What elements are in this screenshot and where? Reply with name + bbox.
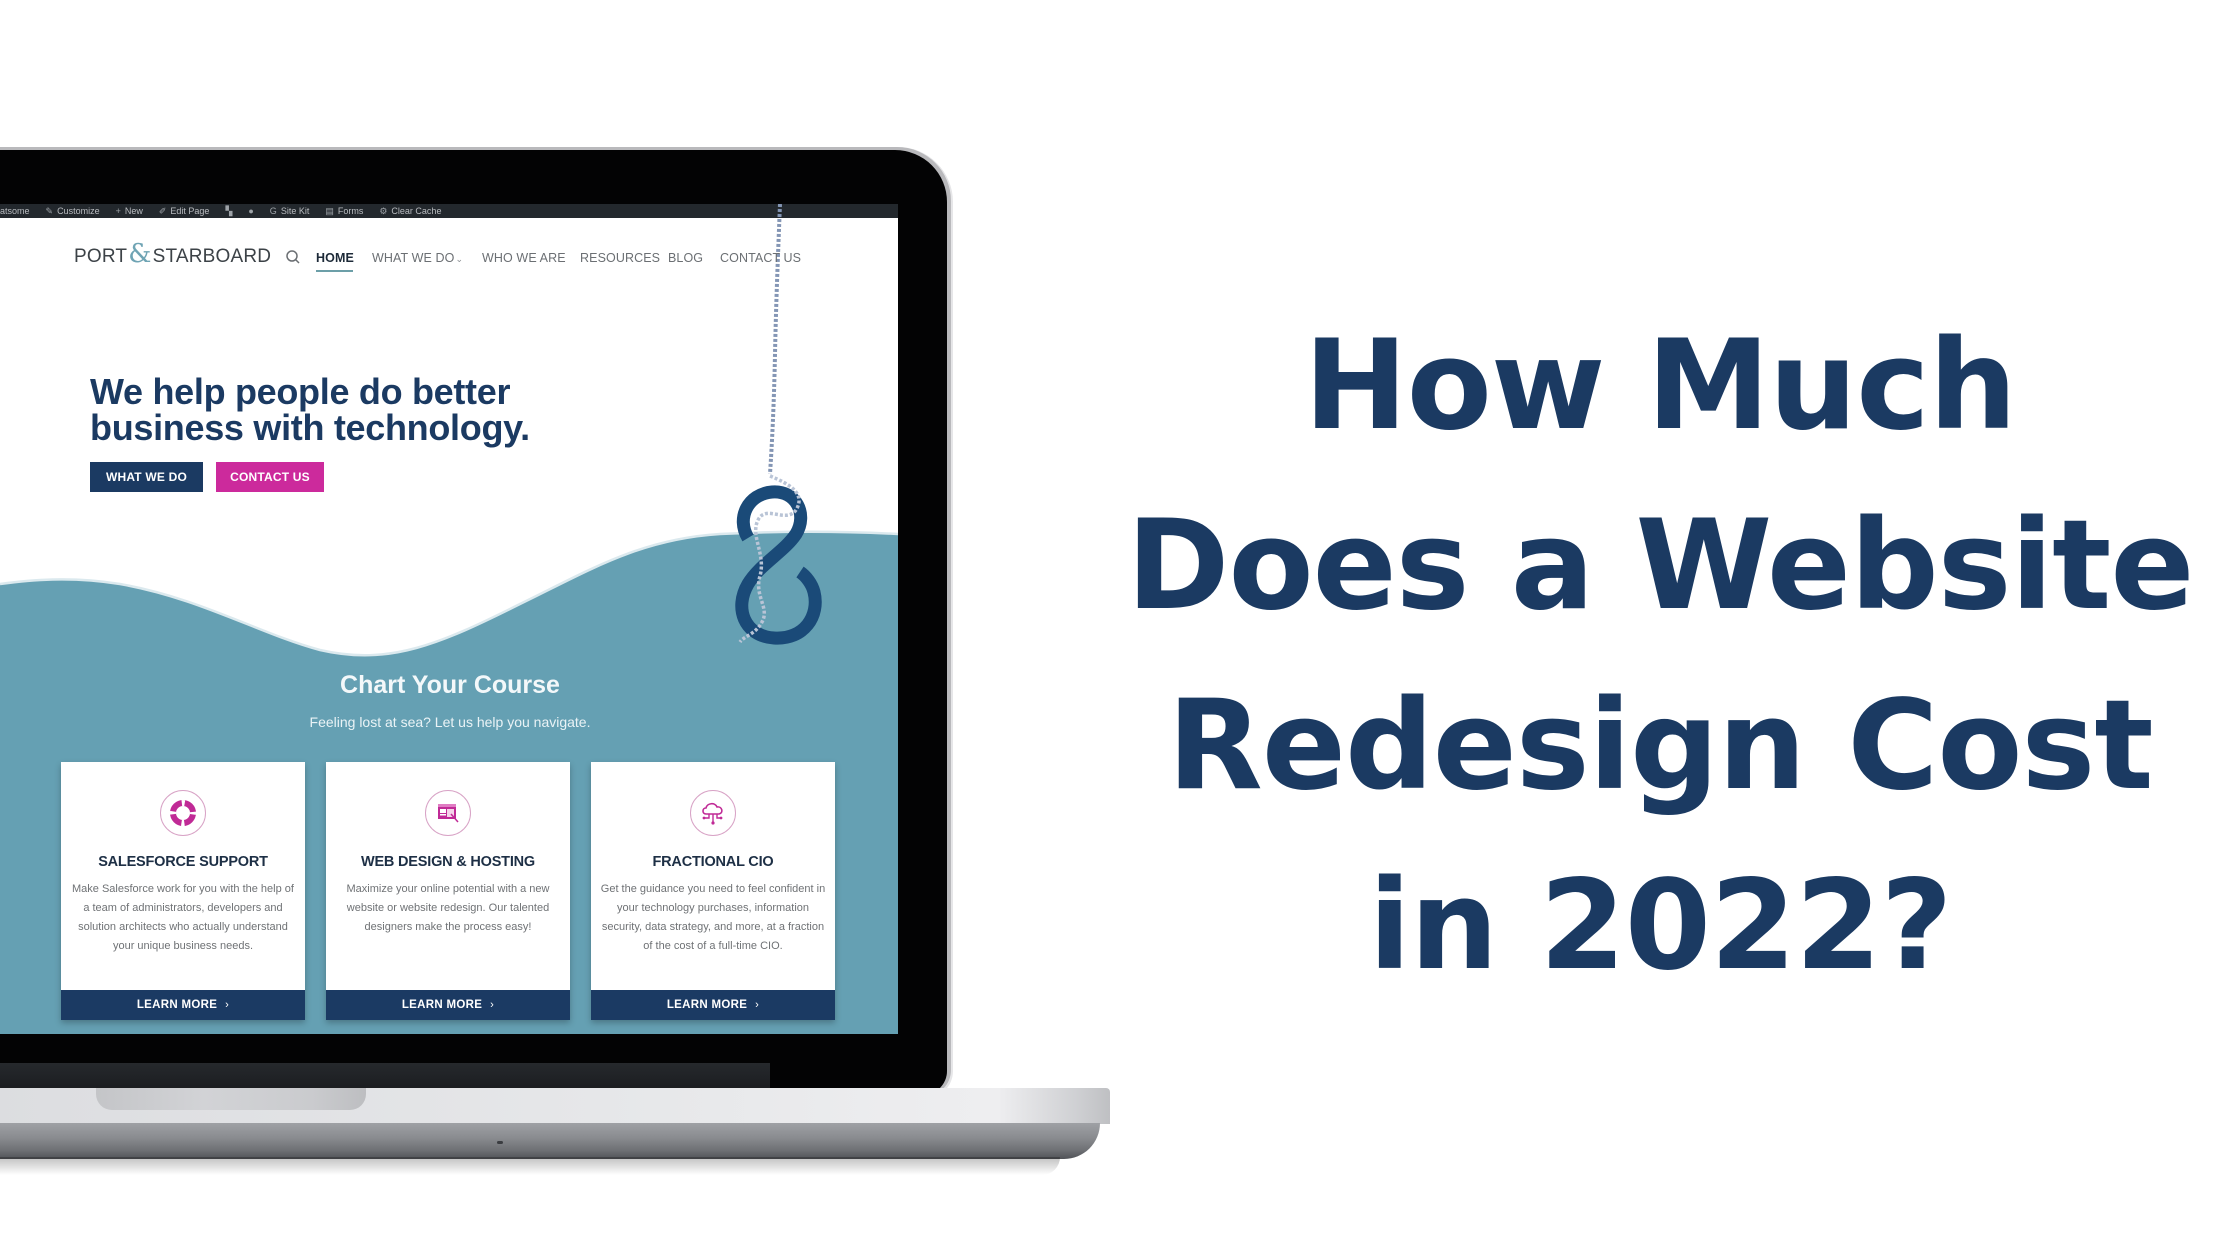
headline-line-2: Does a Website <box>1126 494 2195 638</box>
laptop-notch <box>96 1088 366 1110</box>
nav-item-who-we-are[interactable]: WHO WE ARE <box>482 251 566 265</box>
learn-more-label: LEARN MORE <box>136 999 218 1011</box>
nav-item-what-we-do-label: WHAT WE DO <box>372 251 455 265</box>
card-icon-circle <box>425 790 471 836</box>
cloud-network-icon <box>702 802 723 825</box>
nav-item-what-we-do[interactable]: WHAT WE DO⌄ <box>372 251 463 265</box>
laptop-indicator <box>497 1141 503 1144</box>
card-description: Make Salesforce work for you with the he… <box>72 883 294 952</box>
headline-line-1: How Much <box>1303 314 2017 458</box>
learn-more-label: LEARN MORE <box>666 999 748 1011</box>
logo-text-port: PORT <box>74 246 128 267</box>
card-description: Maximize your online potential with a ne… <box>346 883 550 933</box>
lifebuoy-icon <box>170 800 196 826</box>
learn-more-button[interactable]: LEARN MORE › <box>591 990 835 1020</box>
nav-active-underline <box>316 270 353 272</box>
site-logo[interactable]: PORT & STARBOARD <box>74 241 272 268</box>
laptop-shadow <box>0 1157 1060 1175</box>
card-title: WEB DESIGN & HOSTING <box>360 854 536 870</box>
card-icon-circle <box>160 790 206 836</box>
section-subtitle: Feeling lost at sea? Let us help you nav… <box>309 714 591 730</box>
nav-item-blog[interactable]: BLOG <box>668 251 703 265</box>
site-header: PORT & STARBOARD HOME WHAT WE DO⌄ WHO WE… <box>0 218 898 288</box>
card-description: Get the guidance you need to feel confid… <box>600 883 826 952</box>
laptop-screen: atsome ✎ Customize + New ✐ Edit Page ▚ ●… <box>0 204 898 1034</box>
chevron-right-icon: › <box>755 999 760 1011</box>
laptop-base-front <box>0 1123 1100 1159</box>
service-card-salesforce: SALESFORCE SUPPORT Make Salesforce work … <box>61 762 305 1020</box>
contact-us-button[interactable]: CONTACT US <box>216 462 324 492</box>
chevron-right-icon: › <box>225 999 230 1011</box>
chevron-down-icon: ⌄ <box>455 254 464 264</box>
service-card-fractional-cio: FRACTIONAL CIO Get the guidance you need… <box>591 762 835 1020</box>
card-title: FRACTIONAL CIO <box>652 854 774 870</box>
headline-line-4: in 2022? <box>1368 854 1953 998</box>
nav-item-home[interactable]: HOME <box>316 251 354 265</box>
laptop-bezel-lower <box>0 1063 770 1089</box>
section-title: Chart Your Course <box>340 671 560 699</box>
headline: How Much Does a Website Redesign Cost in… <box>1100 296 2220 1016</box>
learn-more-button[interactable]: LEARN MORE › <box>61 990 305 1020</box>
learn-more-label: LEARN MORE <box>401 999 483 1011</box>
hero-heading-line-2: business with technology. <box>90 407 530 448</box>
chevron-right-icon: › <box>490 999 495 1011</box>
card-icon-circle <box>690 790 736 836</box>
web-design-icon <box>438 804 459 823</box>
nav-item-resources[interactable]: RESOURCES <box>580 251 660 265</box>
card-title: SALESFORCE SUPPORT <box>98 854 268 870</box>
hero-heading-line-1: We help people do better <box>90 371 511 412</box>
logo-ampersand-icon: & <box>128 239 152 269</box>
nav-item-contact-us[interactable]: CONTACT US <box>720 251 801 265</box>
logo-text-starboard: STARBOARD <box>152 246 272 267</box>
hero-heading: We help people do better business with t… <box>90 374 530 446</box>
learn-more-button[interactable]: LEARN MORE › <box>326 990 570 1020</box>
headline-line-3: Redesign Cost <box>1167 674 2153 818</box>
search-icon[interactable] <box>285 249 301 265</box>
what-we-do-button[interactable]: WHAT WE DO <box>90 462 203 492</box>
service-card-web-design: WEB DESIGN & HOSTING Maximize your onlin… <box>326 762 570 1020</box>
